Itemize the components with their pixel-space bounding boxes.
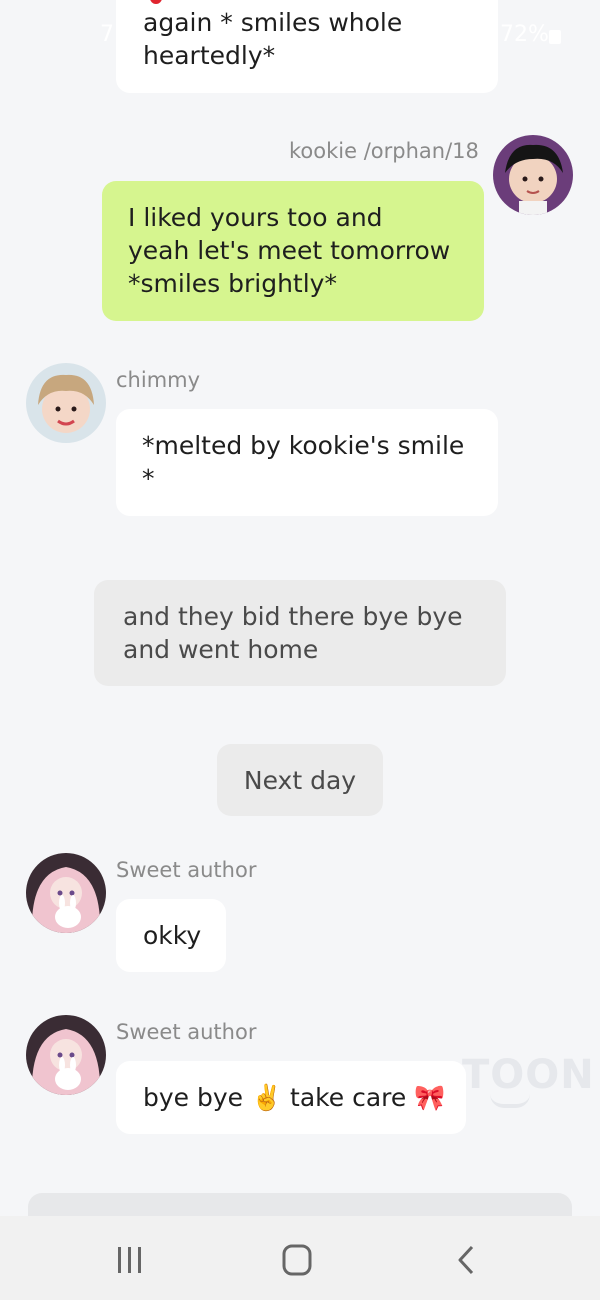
message-bubble[interactable]: okky [116,899,226,972]
narration-bubble[interactable]: and they bid there bye bye and went home [94,580,506,686]
status-time: 7 [100,22,114,47]
status-battery: 72% [500,22,549,47]
home-icon [282,1244,312,1276]
sender-name: Sweet author [116,1020,257,1044]
watermark-text: TOON [462,1052,595,1098]
message-text: I liked yours too and yeah let's meet to… [128,203,451,298]
sender-name: Sweet author [116,858,257,882]
avatar-kookie[interactable] [493,135,573,215]
message-bubble[interactable]: *melted by kookie's smile * [116,409,498,516]
avatar-sweet-author[interactable] [26,853,106,933]
time-divider[interactable]: Next day [217,744,383,816]
battery-icon [549,30,561,44]
message-text: again * smiles whole heartedly* [143,8,403,70]
back-button[interactable] [448,1243,484,1277]
avatar-chimmy[interactable] [26,363,106,443]
chat-screen: 7 72% again * smiles whole heartedly* ko… [0,0,600,1300]
message-bubble[interactable]: bye bye ✌️ take care 🎀 [116,1061,466,1134]
message-text: okky [143,921,202,950]
message-bubble[interactable]: I liked yours too and yeah let's meet to… [102,181,484,321]
sender-name: chimmy [116,368,201,392]
back-icon [458,1245,474,1275]
message-bubble[interactable]: again * smiles whole heartedly* [116,0,498,93]
message-text: bye bye ✌️ take care 🎀 [143,1083,446,1112]
watermark-smile-icon [490,1094,530,1108]
message-text: *melted by kookie's smile * [142,431,465,493]
recent-apps-button[interactable] [112,1243,148,1277]
divider-text: Next day [243,766,357,795]
home-button[interactable] [279,1243,315,1277]
sender-name: kookie /orphan/18 [289,139,479,163]
recent-apps-icon [118,1247,141,1273]
avatar-sweet-author[interactable] [26,1015,106,1095]
narration-text: and they bid there bye bye and went home [123,602,463,664]
